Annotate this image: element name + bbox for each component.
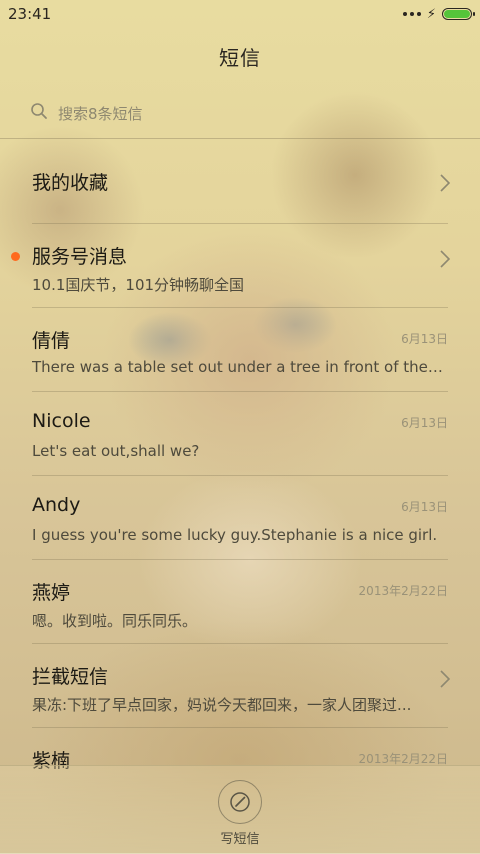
conversation-item[interactable]: 燕婷 2013年2月22日 嗯。收到啦。同乐同乐。 xyxy=(0,560,480,644)
bottom-bar: 写短信 xyxy=(0,765,480,854)
conversation-date: 6月13日 xyxy=(401,332,448,346)
status-bar: 23:41 ⚡ xyxy=(0,0,480,28)
conversation-list: 我的收藏 服务号消息 10.1国庆节，101分钟畅聊全国 倩倩 6月13日 Th… xyxy=(0,140,480,812)
conversation-name: Nicole xyxy=(32,410,91,432)
conversation-preview: 果冻:下班了早点回家，妈说今天都回来，一家人团聚过... xyxy=(32,696,412,714)
conversation-item-favorites[interactable]: 我的收藏 xyxy=(0,140,480,224)
conversation-name: 拦截短信 xyxy=(32,666,109,688)
conversation-date: 2013年2月22日 xyxy=(358,584,448,598)
search-input[interactable]: 搜索8条短信 xyxy=(58,103,143,124)
page-title: 短信 xyxy=(219,46,261,70)
conversation-preview: 嗯。收到啦。同乐同乐。 xyxy=(32,612,198,630)
conversation-item[interactable]: 倩倩 6月13日 There was a table set out under… xyxy=(0,308,480,392)
chevron-right-icon xyxy=(440,670,450,688)
divider xyxy=(0,138,480,139)
conversation-item-service[interactable]: 服务号消息 10.1国庆节，101分钟畅聊全国 xyxy=(0,224,480,308)
conversation-preview: There was a table set out under a tree i… xyxy=(32,358,446,376)
status-icons: ⚡ xyxy=(402,6,475,22)
conversation-item[interactable]: Nicole 6月13日 Let's eat out,shall we? xyxy=(0,392,480,476)
unread-indicator xyxy=(11,252,20,261)
conversation-date: 6月13日 xyxy=(401,416,448,430)
charging-icon: ⚡ xyxy=(426,6,436,22)
search-bar[interactable]: 搜索8条短信 xyxy=(30,100,450,126)
search-icon xyxy=(30,102,48,124)
conversation-preview: I guess you're some lucky guy.Stephanie … xyxy=(32,526,438,544)
conversation-name: 我的收藏 xyxy=(32,172,109,194)
conversation-item[interactable]: Andy 6月13日 I guess you're some lucky guy… xyxy=(0,476,480,560)
chevron-right-icon xyxy=(440,250,450,268)
compose-label[interactable]: 写短信 xyxy=(0,828,480,847)
conversation-name: Andy xyxy=(32,494,81,516)
conversation-preview: 10.1国庆节，101分钟畅聊全国 xyxy=(32,276,245,294)
compose-button[interactable] xyxy=(218,780,262,824)
conversation-name: 燕婷 xyxy=(32,582,71,604)
conversation-date: 6月13日 xyxy=(401,500,448,514)
battery-icon xyxy=(442,8,475,20)
conversation-preview: Let's eat out,shall we? xyxy=(32,442,200,460)
more-notifications-icon xyxy=(402,12,421,16)
conversation-name: 服务号消息 xyxy=(32,246,128,268)
status-time: 23:41 xyxy=(8,5,52,23)
conversation-item-blocked[interactable]: 拦截短信 果冻:下班了早点回家，妈说今天都回来，一家人团聚过... xyxy=(0,644,480,728)
compose-icon xyxy=(230,792,250,812)
chevron-right-icon xyxy=(440,174,450,192)
conversation-name: 倩倩 xyxy=(32,330,71,352)
